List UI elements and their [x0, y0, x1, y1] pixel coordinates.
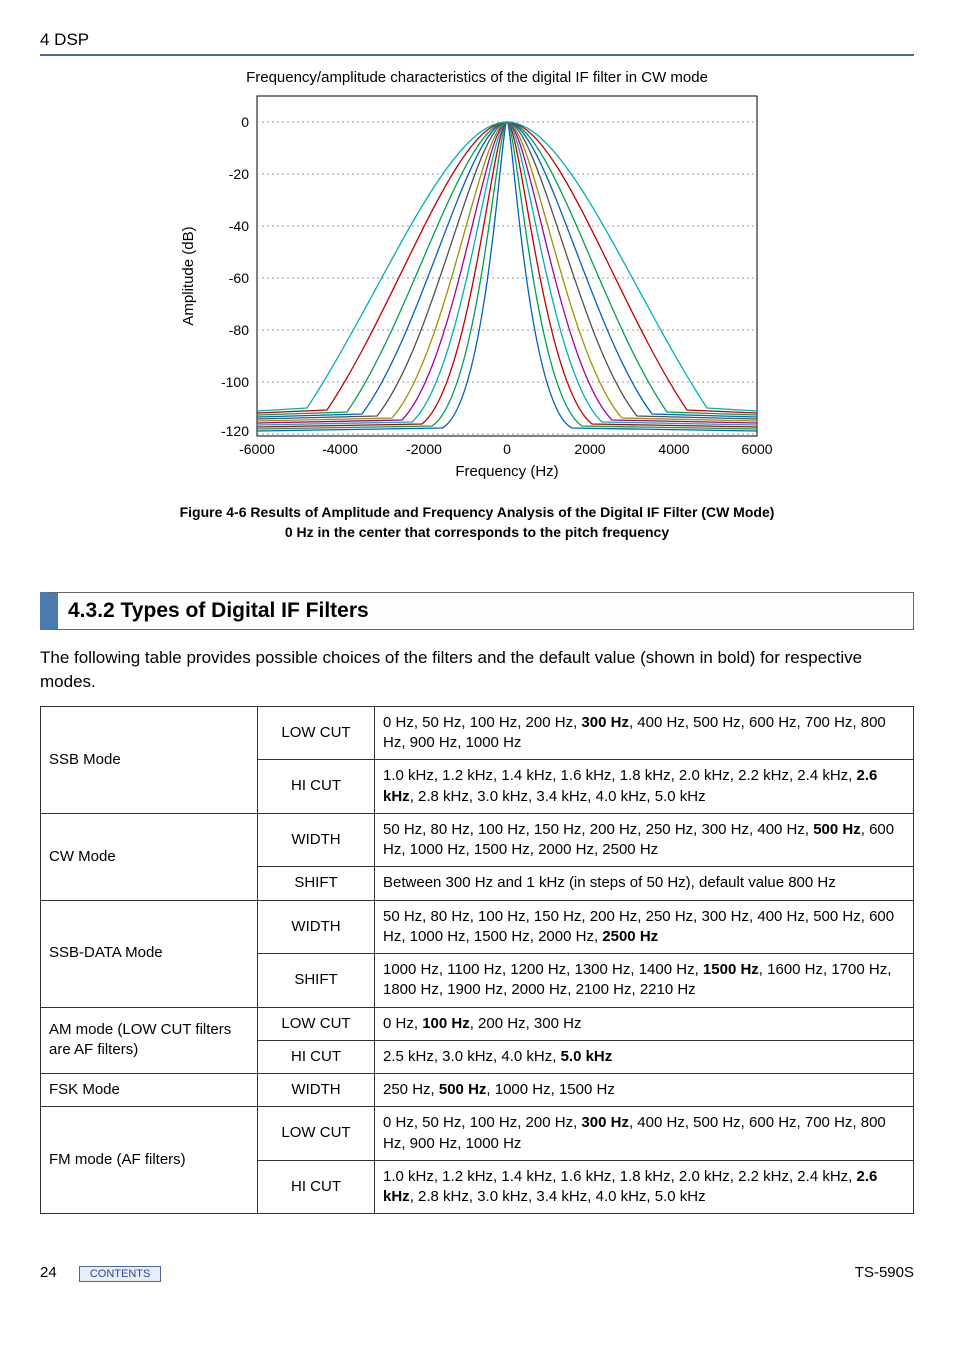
ytick: -120 — [221, 423, 249, 439]
caption-line-1: Figure 4-6 Results of Amplitude and Freq… — [180, 504, 775, 520]
param-cell: SHIFT — [258, 867, 375, 900]
ytick: -100 — [221, 374, 249, 390]
table-row: CW ModeWIDTH50 Hz, 80 Hz, 100 Hz, 150 Hz… — [41, 813, 914, 867]
value-cell: 1.0 kHz, 1.2 kHz, 1.4 kHz, 1.6 kHz, 1.8 … — [375, 1160, 914, 1214]
ytick: -80 — [229, 322, 249, 338]
ytick: -60 — [229, 270, 249, 286]
table-row: SSB-DATA ModeWIDTH50 Hz, 80 Hz, 100 Hz, … — [41, 900, 914, 954]
param-cell: LOW CUT — [258, 1107, 375, 1161]
default-value: 500 Hz — [439, 1081, 487, 1098]
value-cell: 1.0 kHz, 1.2 kHz, 1.4 kHz, 1.6 kHz, 1.8 … — [375, 760, 914, 814]
xtick: 4000 — [658, 441, 689, 457]
xtick: -4000 — [322, 441, 358, 457]
table-row: FSK ModeWIDTH250 Hz, 500 Hz, 1000 Hz, 15… — [41, 1074, 914, 1107]
value-cell: 50 Hz, 80 Hz, 100 Hz, 150 Hz, 200 Hz, 25… — [375, 813, 914, 867]
mode-cell: SSB-DATA Mode — [41, 900, 258, 1007]
param-cell: WIDTH — [258, 1074, 375, 1107]
param-cell: WIDTH — [258, 813, 375, 867]
param-cell: LOW CUT — [258, 706, 375, 760]
xlabel: Frequency (Hz) — [455, 463, 558, 480]
contents-link[interactable]: CONTENTS — [79, 1266, 162, 1282]
default-value: 500 Hz — [813, 821, 861, 838]
figure-caption: Figure 4-6 Results of Amplitude and Freq… — [40, 503, 914, 542]
section-intro: The following table provides possible ch… — [40, 646, 914, 694]
ytick: 0 — [241, 114, 249, 130]
filters-table: SSB ModeLOW CUT0 Hz, 50 Hz, 100 Hz, 200 … — [40, 706, 914, 1215]
value-cell: Between 300 Hz and 1 kHz (in steps of 50… — [375, 867, 914, 900]
default-value: 2.6 kHz — [383, 1168, 877, 1205]
page-header: 4 DSP — [40, 30, 914, 56]
xtick: 6000 — [741, 441, 772, 457]
value-cell: 2.5 kHz, 3.0 kHz, 4.0 kHz, 5.0 kHz — [375, 1040, 914, 1073]
model-label: TS-590S — [855, 1264, 914, 1281]
value-cell: 250 Hz, 500 Hz, 1000 Hz, 1500 Hz — [375, 1074, 914, 1107]
section-heading: 4.3.2 Types of Digital IF Filters — [40, 592, 914, 630]
table-row: FM mode (AF filters)LOW CUT0 Hz, 50 Hz, … — [41, 1107, 914, 1161]
mode-cell: FM mode (AF filters) — [41, 1107, 258, 1214]
default-value: 300 Hz — [581, 714, 629, 731]
filter-chart: Frequency/amplitude characteristics of t… — [167, 66, 787, 491]
caption-line-2: 0 Hz in the center that corresponds to t… — [285, 524, 669, 540]
param-cell: HI CUT — [258, 760, 375, 814]
mode-cell: FSK Mode — [41, 1074, 258, 1107]
page-number: 24 — [40, 1264, 57, 1281]
value-cell: 0 Hz, 50 Hz, 100 Hz, 200 Hz, 300 Hz, 400… — [375, 1107, 914, 1161]
default-value: 300 Hz — [581, 1114, 629, 1131]
value-cell: 1000 Hz, 1100 Hz, 1200 Hz, 1300 Hz, 1400… — [375, 954, 914, 1008]
value-cell: 0 Hz, 100 Hz, 200 Hz, 300 Hz — [375, 1007, 914, 1040]
ylabel: Amplitude (dB) — [180, 226, 197, 325]
ytick: -20 — [229, 166, 249, 182]
param-cell: SHIFT — [258, 954, 375, 1008]
header-text: 4 DSP — [40, 30, 89, 49]
ytick: -40 — [229, 218, 249, 234]
default-value: 2.6 kHz — [383, 767, 877, 804]
default-value: 1500 Hz — [703, 961, 759, 978]
param-cell: HI CUT — [258, 1160, 375, 1214]
xtick: 0 — [503, 441, 511, 457]
param-cell: LOW CUT — [258, 1007, 375, 1040]
value-cell: 50 Hz, 80 Hz, 100 Hz, 150 Hz, 200 Hz, 25… — [375, 900, 914, 954]
mode-cell: SSB Mode — [41, 706, 258, 813]
mode-cell: AM mode (LOW CUT filters are AF filters) — [41, 1007, 258, 1074]
xtick: 2000 — [574, 441, 605, 457]
value-cell: 0 Hz, 50 Hz, 100 Hz, 200 Hz, 300 Hz, 400… — [375, 706, 914, 760]
param-cell: HI CUT — [258, 1040, 375, 1073]
xtick: -6000 — [239, 441, 275, 457]
default-value: 5.0 kHz — [561, 1048, 613, 1065]
chart-title: Frequency/amplitude characteristics of t… — [246, 69, 708, 86]
param-cell: WIDTH — [258, 900, 375, 954]
page-footer: 24 CONTENTS TS-590S — [40, 1264, 914, 1281]
xtick: -2000 — [406, 441, 442, 457]
default-value: 100 Hz — [422, 1015, 470, 1032]
chart-container: Frequency/amplitude characteristics of t… — [40, 66, 914, 491]
table-row: AM mode (LOW CUT filters are AF filters)… — [41, 1007, 914, 1040]
mode-cell: CW Mode — [41, 813, 258, 900]
table-row: SSB ModeLOW CUT0 Hz, 50 Hz, 100 Hz, 200 … — [41, 706, 914, 760]
default-value: 2500 Hz — [602, 928, 658, 945]
